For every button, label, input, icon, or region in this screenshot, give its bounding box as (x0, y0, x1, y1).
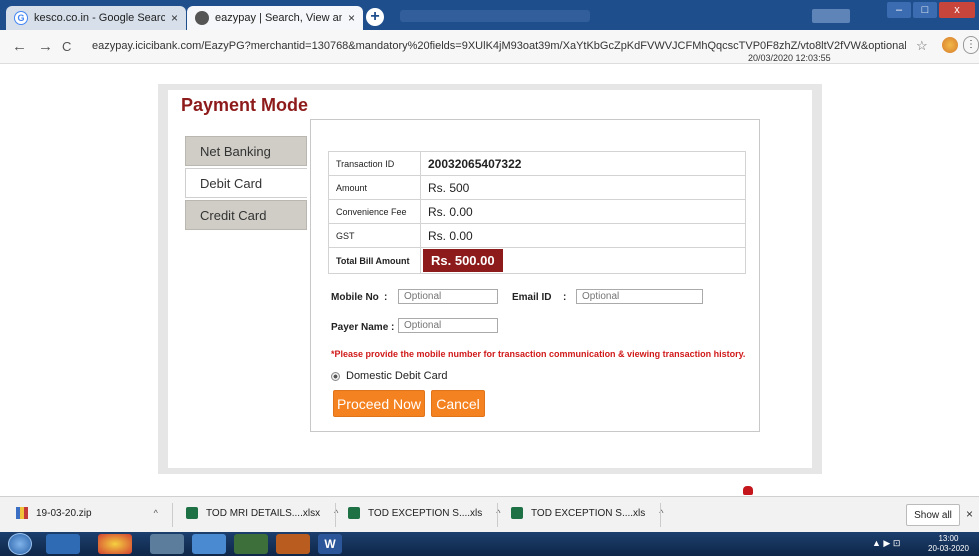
window-controls: – □ x (887, 2, 975, 18)
total-cell: Rs. 500.00 (420, 247, 746, 274)
tab-eazypay[interactable]: eazypay | Search, View and Pay y × (187, 6, 363, 30)
excel-icon (511, 507, 523, 519)
table-row: Amount Rs. 500 (328, 175, 746, 200)
browser-titlebar: G kesco.co.in - Google Search × eazypay … (0, 0, 979, 30)
chrome-icon[interactable] (98, 534, 132, 554)
download-name: TOD EXCEPTION S....xls (531, 507, 646, 519)
divider (172, 503, 173, 527)
download-item[interactable]: 19-03-20.zip ^ (16, 507, 158, 519)
download-item[interactable]: TOD MRI DETAILS....xlsx ^ (186, 507, 338, 519)
tab-title: eazypay | Search, View and Pay y (215, 12, 342, 24)
clock-time: 13:00 (938, 534, 959, 543)
zip-icon (16, 507, 28, 519)
blurred-button (812, 9, 850, 23)
tab-debit-card[interactable]: Debit Card (185, 168, 307, 198)
row-label: Total Bill Amount (328, 247, 421, 274)
tab-close-icon[interactable]: × (348, 11, 355, 25)
gst-value: Rs. 0.00 (420, 223, 746, 248)
media-icon[interactable] (276, 534, 310, 554)
close-window-button[interactable]: x (939, 2, 975, 18)
tab-credit-card[interactable]: Credit Card (185, 200, 307, 230)
cancel-button[interactable]: Cancel (431, 390, 485, 417)
row-label: Convenience Fee (328, 199, 421, 224)
google-icon: G (14, 11, 28, 25)
address-toolbar: ← → C eazypay.icicibank.com/EazyPG?merch… (0, 30, 979, 64)
download-name: TOD MRI DETAILS....xlsx (206, 507, 321, 519)
back-icon[interactable]: ← (12, 38, 27, 55)
excel-icon (348, 507, 360, 519)
divider (335, 503, 336, 527)
tab-title: kesco.co.in - Google Search (34, 12, 165, 24)
tab-net-banking[interactable]: Net Banking (185, 136, 307, 166)
extension-icon[interactable] (942, 37, 958, 53)
downloads-bar: 19-03-20.zip ^ TOD MRI DETAILS....xlsx ^… (0, 496, 979, 532)
email-label: Email ID (512, 292, 552, 303)
page-datetime: 20/03/2020 12:03:55 (748, 53, 831, 63)
minimize-button[interactable]: – (887, 2, 911, 18)
convenience-fee-value: Rs. 0.00 (420, 199, 746, 224)
mobile-label: Mobile No (331, 292, 379, 303)
domestic-debit-card-label: Domestic Debit Card (346, 370, 448, 382)
domestic-debit-card-radio[interactable] (331, 372, 340, 381)
email-colon: : (563, 292, 567, 303)
settings-icon[interactable] (150, 534, 184, 554)
clock-date: 20-03-2020 (928, 544, 969, 553)
url-text: eazypay.icicibank.com/EazyPG?merchantid=… (92, 40, 906, 52)
table-row: Total Bill Amount Rs. 500.00 (328, 247, 746, 274)
chat-widget-icon[interactable] (743, 486, 753, 495)
taskbar-clock[interactable]: 13:00 20-03-2020 (928, 534, 969, 554)
show-all-button[interactable]: Show all (906, 504, 960, 526)
download-name: TOD EXCEPTION S....xls (368, 507, 483, 519)
table-row: GST Rs. 0.00 (328, 223, 746, 248)
tab-close-icon[interactable]: × (171, 11, 178, 25)
ie-icon[interactable] (46, 534, 80, 554)
app-icon[interactable] (234, 534, 268, 554)
download-item[interactable]: TOD EXCEPTION S....xls ^ (511, 507, 664, 519)
tab-google-search[interactable]: G kesco.co.in - Google Search × (6, 6, 186, 30)
transaction-id-value: 20032065407322 (420, 151, 746, 176)
row-label: Amount (328, 175, 421, 200)
maximize-button[interactable]: □ (913, 2, 937, 18)
new-tab-button[interactable]: + (366, 8, 384, 26)
page-title: Payment Mode (181, 95, 309, 115)
system-tray[interactable]: ▲ ▶ ⊡ (872, 538, 900, 549)
reload-icon[interactable]: C (62, 39, 71, 54)
payer-name-input[interactable] (398, 318, 498, 333)
explorer-icon[interactable] (192, 534, 226, 554)
forward-icon[interactable]: → (38, 38, 53, 55)
transaction-table: Transaction ID 20032065407322 Amount Rs.… (328, 151, 746, 274)
eazypay-icon (195, 11, 209, 25)
email-input[interactable] (576, 289, 703, 304)
row-label: Transaction ID (328, 151, 421, 176)
proceed-now-button[interactable]: Proceed Now (333, 390, 425, 417)
download-name: 19-03-20.zip (36, 507, 92, 519)
row-label: GST (328, 223, 421, 248)
table-row: Convenience Fee Rs. 0.00 (328, 199, 746, 224)
windows-taskbar: W ▲ ▶ ⊡ 13:00 20-03-2020 (0, 532, 979, 556)
browser-menu-icon[interactable]: ⋮ (963, 36, 979, 54)
mobile-input[interactable] (398, 289, 498, 304)
divider (497, 503, 498, 527)
excel-icon (186, 507, 198, 519)
blurred-region (400, 10, 590, 22)
close-downloads-icon[interactable]: × (966, 507, 973, 521)
download-item[interactable]: TOD EXCEPTION S....xls ^ (348, 507, 501, 519)
total-amount-badge: Rs. 500.00 (423, 249, 503, 272)
word-icon[interactable]: W (318, 534, 342, 554)
warning-text: *Please provide the mobile number for tr… (331, 349, 746, 359)
payer-name-label: Payer Name : (331, 322, 395, 333)
amount-value: Rs. 500 (420, 175, 746, 200)
chevron-up-icon[interactable]: ^ (154, 508, 158, 518)
table-row: Transaction ID 20032065407322 (328, 151, 746, 176)
divider (660, 503, 661, 527)
windows-start-icon[interactable] (8, 533, 32, 555)
bookmark-star-icon[interactable]: ☆ (916, 38, 928, 54)
mobile-colon: : (384, 292, 388, 303)
